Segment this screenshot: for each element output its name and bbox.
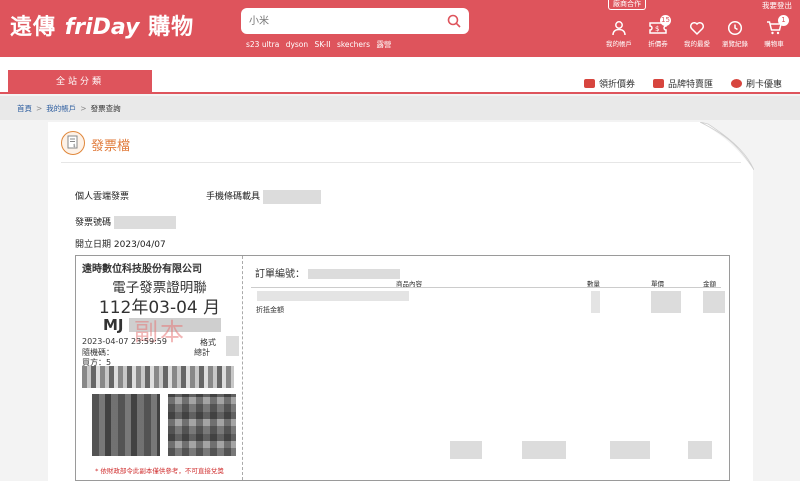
hot-keywords: s23 ultra dyson SK-II skechers 露營 [246,39,395,50]
user-icon [612,21,626,36]
seller-company: 遠時數位科技股份有限公司 [82,264,202,275]
carrier-value-redacted [262,189,321,204]
quicklink-label: 領折價券 [599,80,636,90]
order-number-redacted [308,269,401,279]
hot-keyword[interactable]: 露營 [376,40,391,49]
hot-keyword[interactable]: SK-II [315,40,331,49]
issue-date-value: 2023/04/07 [113,240,166,250]
svg-text:$: $ [655,25,659,33]
hot-keyword[interactable]: s23 ultra [246,40,279,49]
summary-redacted [450,441,482,459]
clock-icon [727,20,743,36]
all-categories-button[interactable]: 全站分類 [8,70,152,94]
bag-icon [653,79,664,88]
header-icon-label: 瀏覽紀錄 [722,40,748,48]
search-icon[interactable] [447,13,461,32]
hot-keyword[interactable]: dyson [286,40,308,49]
site-header: 遠傳 friDay 購物 s23 ultra dyson SK-II skech… [0,0,800,57]
page-curl-decoration [700,122,754,170]
header-wishlist[interactable]: 我的最愛 [678,20,716,48]
product-name-redacted [257,291,409,301]
breadcrumb: 首頁 > 我的帳戶 > 發票查詢 [0,96,800,120]
invoice-proof: 遠時數位科技股份有限公司 電子發票證明聯 112年03-04 月 MJ 副本 2… [76,256,243,480]
issue-date-row: 開立日期 2023/04/07 [75,237,166,250]
search-box [241,8,469,34]
logout-link[interactable]: 我要登出 [762,0,792,11]
barcode-redacted [82,366,234,388]
invoice-number-redacted [113,216,176,229]
panel-header: $ 發票檔 [61,131,741,163]
vendor-link[interactable]: 廠商合作 [608,0,646,10]
logo-brand: friDay [64,15,140,40]
quicklink-label: 刷卡優惠 [746,80,783,90]
unit-price-redacted [651,291,681,313]
breadcrumb-account[interactable]: 我的帳戶 [46,104,76,113]
summary-redacted [688,441,712,459]
discount-label: 折抵金額 [256,306,284,314]
total-redacted [226,336,239,356]
nav-bar: 全站分類 領折價券 品牌特賣匯 刷卡優惠 [0,57,800,94]
site-logo[interactable]: 遠傳 friDay 購物 [10,9,194,41]
order-number-row: 訂單編號： [255,265,401,280]
invoice-datetime: 2023-04-07 23:59:59 [82,337,167,346]
invoice-number-label: 發票號碼 [75,218,112,228]
quicklink-brand-sale[interactable]: 品牌特賣匯 [653,77,713,90]
invoice-panel: $ 發票檔 個人雲端發票 手機條碼載具 發票號碼 開立日期 2023/04/07… [48,122,754,481]
header-icon-label: 折價券 [648,40,668,48]
issue-date-label: 開立日期 [75,240,112,250]
ticket-icon [584,79,595,88]
header-icon-label: 我的最愛 [684,40,710,48]
logo-prefix: 遠傳 [10,15,57,40]
header-cart[interactable]: 1 購物車 [755,15,793,48]
invoice-icon: $ [61,131,85,155]
invoice-number-row: 發票號碼 [75,215,176,229]
card-icon [731,79,742,88]
heart-icon [689,21,705,36]
panel-title: 發票檔 [91,139,131,154]
quicklink-card-offers[interactable]: 刷卡優惠 [731,77,782,90]
table-header-divider [251,287,721,288]
cart-count-badge: 1 [778,15,789,26]
breadcrumb-current: 發票查詢 [90,104,121,113]
invoice-number-prefix: MJ [103,316,124,334]
logo-suffix: 購物 [148,15,195,40]
carrier-label: 手機條碼載具 [206,192,261,202]
search-input[interactable] [249,12,439,30]
qr-code-left [92,394,160,456]
breadcrumb-home[interactable]: 首頁 [17,104,32,113]
header-account[interactable]: 我的帳戶 [600,20,638,48]
quicklink-coupon[interactable]: 領折價券 [584,77,635,90]
order-number-label: 訂單編號： [255,269,305,280]
cloud-invoice-label: 個人雲端發票 [75,192,130,202]
quicklink-label: 品牌特賣匯 [668,80,714,90]
qr-code-right [168,394,236,456]
header-icon-label: 購物車 [764,40,784,48]
carrier-row: 手機條碼載具 [206,189,321,204]
total-label: 總計 [194,348,210,357]
copy-notice: * 依財政部令此副本僅供參考，不可直接兌獎 [95,467,224,475]
header-coupon[interactable]: 15 $ 折價券 [639,15,677,48]
summary-redacted [522,441,566,459]
header-icon-label: 我的帳戶 [606,40,632,48]
quantity-redacted [591,291,600,313]
amount-redacted [703,291,725,313]
invoice-document: 遠時數位科技股份有限公司 電子發票證明聯 112年03-04 月 MJ 副本 2… [75,255,730,481]
summary-redacted [610,441,650,459]
header-history[interactable]: 瀏覽紀錄 [716,20,754,48]
coupon-count-badge: 15 [660,15,671,26]
hot-keyword[interactable]: skechers [337,40,370,49]
